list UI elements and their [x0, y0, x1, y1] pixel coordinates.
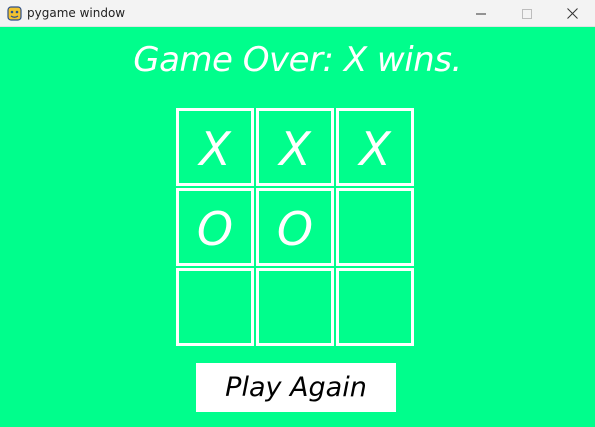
cell-mark: O: [196, 202, 234, 256]
close-icon: [566, 4, 578, 23]
window-title: pygame window: [27, 6, 126, 20]
board-cell-r1-c3[interactable]: X: [336, 108, 414, 186]
board-cell-r2-c3[interactable]: [336, 188, 414, 266]
board-cell-r3-c3[interactable]: [336, 268, 414, 346]
game-status-heading: Game Over: X wins.: [133, 40, 462, 80]
tic-tac-toe-board: X X X O O: [176, 108, 417, 348]
play-again-button[interactable]: Play Again: [196, 363, 396, 412]
board-cell-r2-c1[interactable]: O: [176, 188, 254, 266]
maximize-icon: [522, 4, 532, 23]
cell-mark: X: [199, 122, 231, 176]
board-cell-r3-c1[interactable]: [176, 268, 254, 346]
minimize-button[interactable]: [458, 0, 504, 27]
cell-mark: X: [279, 122, 311, 176]
board-cell-r2-c2[interactable]: O: [256, 188, 334, 266]
board-cell-r1-c2[interactable]: X: [256, 108, 334, 186]
cell-mark: X: [359, 122, 391, 176]
minimize-icon: [476, 4, 486, 23]
cell-mark: O: [276, 202, 314, 256]
board-cell-r3-c2[interactable]: [256, 268, 334, 346]
close-button[interactable]: [549, 0, 595, 27]
pygame-snake-icon: [7, 6, 22, 21]
game-canvas[interactable]: Game Over: X wins. X X X O O Play Again: [0, 27, 595, 427]
maximize-button[interactable]: [504, 0, 550, 27]
title-bar[interactable]: pygame window: [0, 0, 595, 27]
board-cell-r1-c1[interactable]: X: [176, 108, 254, 186]
